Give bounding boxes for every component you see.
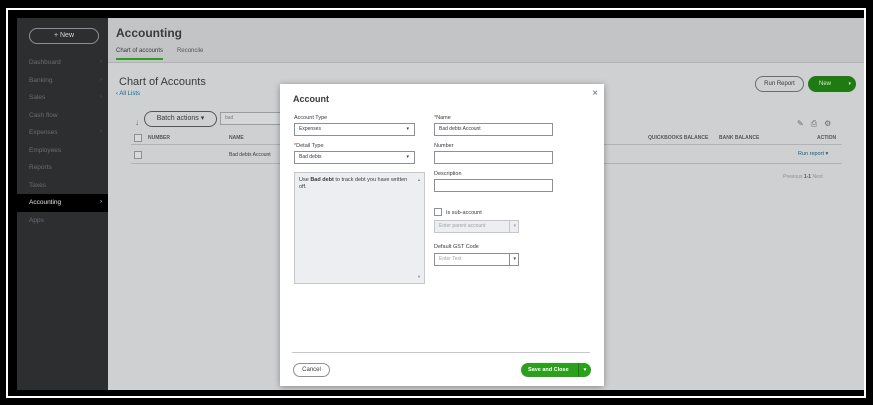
dialog-title: Account (293, 94, 329, 104)
chevron-down-icon[interactable]: ▾ (578, 363, 591, 377)
sidebar-item-taxes[interactable]: Taxes (17, 177, 108, 195)
sidebar: + New Dashboard › Banking › Sales › Cash fl… (17, 18, 108, 390)
sub-account-checkbox[interactable] (434, 208, 442, 216)
page-header: Accounting Chart of accounts Reconcile (108, 18, 864, 63)
sidebar-item-label: Taxes (29, 181, 46, 189)
name-label-text: Name (436, 115, 451, 121)
sidebar-nav: Dashboard › Banking › Sales › Cash flow Exp… (17, 54, 108, 229)
gear-icon[interactable]: ⚙ (824, 119, 831, 129)
tab-reconcile[interactable]: Reconcile (177, 48, 203, 60)
detail-type-label: *Detail Type (294, 143, 324, 149)
sidebar-item-employees[interactable]: Employees (17, 142, 108, 160)
number-label: Number (434, 143, 454, 149)
print-icon[interactable]: ⎙ (811, 119, 817, 129)
description-input[interactable] (434, 179, 553, 192)
new-account-button[interactable]: New ▾ (808, 76, 856, 92)
chevron-down-icon: ▾ (406, 154, 409, 160)
new-account-label: New (819, 81, 832, 87)
scroll-up-icon[interactable]: ▲ (417, 176, 421, 183)
page-title: Accounting (116, 26, 182, 40)
close-icon[interactable]: × (592, 88, 598, 99)
account-type-select[interactable]: Expenses ▾ (294, 123, 415, 136)
chevron-down-icon: ▾ (406, 126, 409, 132)
sidebar-item-label: Banking (29, 76, 53, 84)
chart-of-accounts-title: Chart of Accounts (119, 76, 206, 88)
new-button[interactable]: + New (29, 28, 99, 44)
tab-bar: Chart of accounts Reconcile (116, 48, 203, 60)
parent-account-placeholder: Enter parent account (439, 223, 486, 229)
column-header-action: ACTION (817, 135, 837, 141)
save-and-close-button[interactable]: Save and Close ▾ (521, 363, 591, 377)
name-label: *Name (434, 115, 451, 121)
table-tools: ✎ ⎙ ⚙ (797, 119, 831, 129)
gst-code-placeholder: Enter Text (439, 256, 462, 262)
column-header-number[interactable]: NUMBER (148, 135, 170, 141)
sidebar-item-label: Accounting (29, 199, 62, 206)
column-header-bank-balance: BANK BALANCE (719, 135, 760, 141)
description-text-bold: Bad debt (310, 177, 334, 183)
pager-next[interactable]: Next (812, 174, 822, 180)
detail-type-description: Use Bad debt to track debt you have writ… (294, 172, 425, 284)
cancel-button[interactable]: Cancel (293, 363, 330, 377)
run-report-link[interactable]: Run report ▾ (798, 151, 828, 157)
tab-chart-of-accounts[interactable]: Chart of accounts (116, 48, 164, 60)
gst-code-select[interactable]: Enter Text ▾ (434, 253, 519, 266)
footer-divider (292, 352, 590, 353)
detail-type-value: Bad debts (299, 154, 322, 160)
pager-previous[interactable]: Previous (783, 174, 802, 180)
name-input[interactable]: Bad debts Account (434, 123, 553, 136)
sidebar-item-cash-flow[interactable]: Cash flow (17, 107, 108, 125)
chevron-right-icon: › (100, 199, 102, 205)
account-type-value: Expenses (299, 126, 321, 132)
column-header-name[interactable]: NAME (229, 135, 244, 141)
chevron-down-icon: ▾ (509, 221, 516, 232)
sidebar-item-label: Dashboard (29, 59, 61, 66)
sub-account-label: Is sub-account (446, 210, 482, 216)
run-report-button[interactable]: Run Report (755, 76, 804, 92)
batch-actions-button[interactable]: Batch actions ▾ (144, 111, 217, 127)
description-text-pre: Use (299, 177, 311, 183)
sidebar-item-apps[interactable]: Apps (17, 212, 108, 230)
row-checkbox[interactable] (134, 151, 142, 159)
column-header-quickbooks-balance: QUICKBOOKS BALANCE (648, 135, 709, 141)
pagination: Previous 1-1 Next (783, 174, 823, 180)
chevron-right-icon: › (100, 129, 102, 135)
chevron-down-icon[interactable]: ▾ (848, 76, 851, 92)
sidebar-item-label: Sales (29, 94, 46, 101)
account-name-cell: Bad debts Account (229, 152, 271, 158)
detail-type-label-text: Detail Type (296, 143, 324, 149)
sidebar-item-label: Reports (29, 164, 52, 171)
parent-account-select: Enter parent account ▾ (434, 220, 519, 233)
all-lists-link[interactable]: ‹ All Lists (116, 91, 140, 97)
sidebar-item-label: Cash flow (29, 111, 58, 119)
sidebar-item-sales[interactable]: Sales › (17, 89, 108, 107)
detail-type-select[interactable]: Bad debts ▾ (294, 151, 415, 164)
select-all-checkbox[interactable] (134, 134, 142, 142)
chevron-right-icon: › (100, 59, 102, 65)
sidebar-item-label: Apps (29, 216, 44, 224)
sidebar-item-expenses[interactable]: Expenses › (17, 124, 108, 142)
description-label: Description (434, 171, 462, 177)
scroll-down-icon[interactable]: ▼ (417, 273, 421, 280)
sidebar-item-banking[interactable]: Banking › (17, 72, 108, 90)
chevron-right-icon: › (100, 94, 102, 100)
sidebar-item-accounting[interactable]: Accounting › (17, 194, 108, 212)
number-input[interactable] (434, 151, 553, 164)
save-and-close-label: Save and Close (528, 367, 569, 373)
gst-code-label: Default GST Code (434, 244, 479, 250)
sidebar-item-reports[interactable]: Reports (17, 159, 108, 177)
account-type-label: Account Type (294, 115, 328, 121)
sidebar-item-label: Expenses (29, 129, 58, 136)
chevron-right-icon: › (100, 76, 102, 83)
sidebar-item-dashboard[interactable]: Dashboard › (17, 54, 108, 72)
sidebar-item-label: Employees (29, 146, 62, 154)
chevron-down-icon: ▾ (509, 254, 516, 265)
pager-range: 1-1 (803, 174, 812, 180)
account-dialog: Account × Account Type Expenses ▾ *Detai… (280, 84, 604, 386)
edit-icon[interactable]: ✎ (797, 119, 804, 129)
sort-icon[interactable]: ↓ (135, 118, 139, 127)
